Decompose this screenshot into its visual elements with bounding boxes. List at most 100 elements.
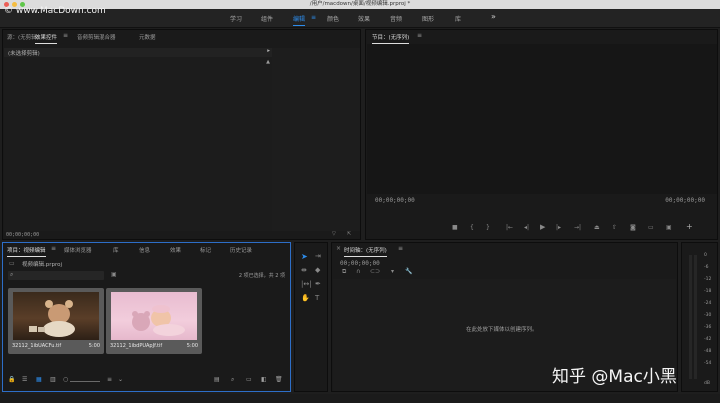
- workspace-tab-audio[interactable]: 音频: [390, 14, 402, 23]
- tab-info[interactable]: 信息: [139, 246, 150, 254]
- scroll-up-icon[interactable]: ▲: [266, 59, 270, 65]
- workspace-tab-learn[interactable]: 学习: [230, 14, 242, 23]
- thumbnail-image: [13, 292, 99, 340]
- step-back-icon[interactable]: ◂|: [524, 225, 529, 231]
- project-item-name: 32112_1ibUACFu.tif: [12, 343, 62, 349]
- project-panel-tabs: 项目：视频编辑 ≡ 媒体浏览器 库 信息 效果 标记 历史记录: [3, 243, 290, 257]
- timeline-panel-menu-icon[interactable]: ≡: [398, 245, 403, 252]
- program-monitor-panel: 节目：(无序列) ≡ 00;00;00;00 00;00;00;00 ■ { }…: [365, 29, 718, 240]
- new-bin-icon[interactable]: ▭: [246, 377, 252, 383]
- find-icon[interactable]: ⌕: [231, 377, 234, 383]
- go-to-out-icon[interactable]: →|: [574, 225, 581, 231]
- selection-info: 2 项已选择，共 2 项: [238, 273, 285, 279]
- pen-tool-icon[interactable]: ✒: [315, 281, 321, 288]
- snap-icon[interactable]: ∩: [356, 269, 360, 275]
- meter-scale-label: -30: [704, 313, 712, 318]
- tab-effect-controls[interactable]: 效果控件: [35, 33, 58, 44]
- meter-scale-label: -48: [704, 349, 712, 354]
- mark-out-icon[interactable]: }: [486, 225, 490, 231]
- effect-controls-panel: 源：(无剪辑) 效果控件 ≡ 音频剪辑混合器 元数据 (未选择剪辑) ▸ ▲ 0…: [2, 29, 361, 240]
- add-marker-timeline-icon[interactable]: ▾: [391, 269, 394, 275]
- freeform-view-icon[interactable]: ▥: [50, 377, 56, 383]
- workspace-menu-icon[interactable]: ≡: [311, 14, 316, 21]
- filter-icon[interactable]: ▽: [332, 232, 336, 237]
- slip-tool-icon[interactable]: |↔|: [301, 281, 312, 288]
- effect-controls-timecode[interactable]: 00;00;00;00: [6, 232, 39, 238]
- extract-icon[interactable]: ⇧: [612, 225, 617, 231]
- linked-selection-icon[interactable]: ⊂⊃: [370, 269, 380, 275]
- drop-media-hint: 在此处放下媒体以创建序列。: [466, 327, 538, 333]
- tab-program[interactable]: 节目：(无序列): [372, 33, 410, 44]
- lock-icon[interactable]: 🔒: [8, 377, 15, 383]
- program-panel-menu-icon[interactable]: ≡: [417, 32, 422, 39]
- workspace-tab-graphics[interactable]: 图形: [422, 14, 434, 23]
- icon-view-icon[interactable]: ▦: [36, 377, 42, 383]
- effect-controls-tabs: 源：(无剪辑) 效果控件 ≡ 音频剪辑混合器 元数据: [3, 30, 360, 44]
- tab-libraries[interactable]: 库: [113, 246, 119, 254]
- meter-scale-label: -6: [704, 265, 709, 270]
- close-tab-icon[interactable]: ×: [336, 246, 341, 252]
- project-search-input[interactable]: ⌕: [8, 271, 104, 280]
- mark-in-icon[interactable]: {: [470, 225, 474, 231]
- automate-to-sequence-icon[interactable]: ▤: [214, 377, 220, 383]
- razor-tool-icon[interactable]: ◆: [315, 267, 320, 274]
- go-to-in-icon[interactable]: |←: [506, 225, 513, 231]
- more-workspaces-icon[interactable]: »: [491, 12, 496, 21]
- tab-timeline[interactable]: 时间轴：(无序列): [344, 246, 387, 257]
- toggle-proxies-icon[interactable]: ▣: [666, 225, 672, 231]
- program-timecode[interactable]: 00;00;00;00: [375, 197, 415, 204]
- tab-history[interactable]: 历史记录: [230, 246, 252, 254]
- tab-media-browser[interactable]: 媒体浏览器: [64, 246, 92, 254]
- tab-project[interactable]: 项目：视频编辑: [7, 246, 46, 257]
- trash-icon[interactable]: 🗑: [275, 377, 283, 383]
- track-select-tool-icon[interactable]: ⇥: [315, 253, 321, 260]
- add-marker-icon[interactable]: ■: [452, 225, 458, 231]
- comparison-view-icon[interactable]: ▭: [648, 225, 654, 231]
- project-item-duration: 5:00: [186, 343, 198, 349]
- audio-meter-panel: 0 -6 -12 -18 -24 -30 -36 -42 -48 -54 dB: [681, 242, 718, 392]
- export-icon[interactable]: ⇱: [347, 232, 351, 237]
- button-editor-plus-icon[interactable]: +: [686, 223, 693, 231]
- type-tool-icon[interactable]: T: [315, 295, 319, 302]
- play-icon[interactable]: ▶: [540, 224, 545, 231]
- workspace-tab-editing[interactable]: 编辑: [293, 14, 306, 26]
- new-item-icon[interactable]: ◧: [261, 377, 267, 383]
- export-frame-icon[interactable]: ◙: [630, 225, 636, 231]
- expand-arrow-icon[interactable]: ▸: [267, 48, 270, 54]
- sort-icons-icon[interactable]: ≡: [107, 377, 112, 383]
- workspace-bar: 学习 组件 编辑 ≡ 颜色 效果 音频 图形 库 »: [0, 9, 720, 28]
- tab-markers[interactable]: 标记: [200, 246, 211, 254]
- project-item[interactable]: 32112_1ibdPUApJf.tif 5:00: [106, 288, 202, 354]
- project-item-name: 32112_1ibdPUApJf.tif: [110, 343, 163, 349]
- tools-panel: ➤ ⇥ ⇼ ◆ |↔| ✒ ✋ T: [294, 242, 328, 392]
- workspace-tab-assembly[interactable]: 组件: [261, 14, 273, 23]
- tab-audio-clip-mixer[interactable]: 音频剪辑混合器: [77, 33, 116, 41]
- lift-icon[interactable]: ⏏: [594, 225, 600, 231]
- wrench-icon[interactable]: 🔧: [405, 269, 412, 275]
- tab-metadata[interactable]: 元数据: [139, 33, 156, 41]
- workspace-tab-libraries[interactable]: 库: [455, 14, 461, 23]
- tab-effects[interactable]: 效果: [170, 246, 181, 254]
- program-video-viewport[interactable]: [367, 44, 717, 194]
- list-view-icon[interactable]: ☰: [22, 377, 27, 383]
- ripple-edit-tool-icon[interactable]: ⇼: [301, 267, 307, 274]
- timeline-timecode[interactable]: 00;00;00;00: [340, 260, 380, 267]
- site-watermark: © www.MacDown.com: [4, 6, 106, 16]
- hand-tool-icon[interactable]: ✋: [301, 295, 310, 302]
- thumbnail-size-slider[interactable]: [70, 381, 100, 382]
- timeline-toolbar: ⧉ ∩ ⊂⊃ ▾ 🔧: [340, 269, 420, 277]
- nest-sequence-icon[interactable]: ⧉: [342, 269, 346, 275]
- project-item[interactable]: 32112_1ibUACFu.tif 5:00: [8, 288, 104, 354]
- workspace-tab-effects[interactable]: 效果: [358, 14, 370, 23]
- sort-dropdown-icon[interactable]: ⌄: [118, 377, 123, 383]
- thumbnail-image: [111, 292, 197, 340]
- baby-photo-1: [29, 300, 75, 337]
- project-panel-menu-icon[interactable]: ≡: [51, 245, 56, 252]
- step-forward-icon[interactable]: |▸: [556, 225, 561, 231]
- meter-scale-label: -36: [704, 325, 712, 330]
- new-bin-from-search-icon[interactable]: ▣: [111, 272, 117, 278]
- workspace-tab-color[interactable]: 颜色: [327, 14, 339, 23]
- no-clip-selected-text: (未选择剪辑): [8, 51, 40, 57]
- panel-menu-icon[interactable]: ≡: [63, 32, 68, 39]
- selection-tool-icon[interactable]: ➤: [301, 253, 308, 261]
